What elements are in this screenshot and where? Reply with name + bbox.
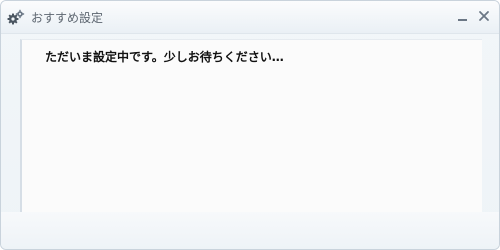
content-panel: ただいま設定中です。少しお待ちください… [20,39,482,212]
minimize-icon [457,19,467,21]
window-title: おすすめ設定 [31,11,104,25]
window-footer [1,212,499,249]
minimize-button[interactable] [453,7,471,25]
close-icon [479,11,489,21]
gears-icon [7,9,25,25]
title-bar[interactable]: おすすめ設定 [1,1,499,34]
status-message: ただいま設定中です。少しお待ちください… [45,50,284,64]
settings-window: おすすめ設定 ただいま設定中です。少しお待ちください… [0,0,500,250]
close-button[interactable] [475,7,493,25]
